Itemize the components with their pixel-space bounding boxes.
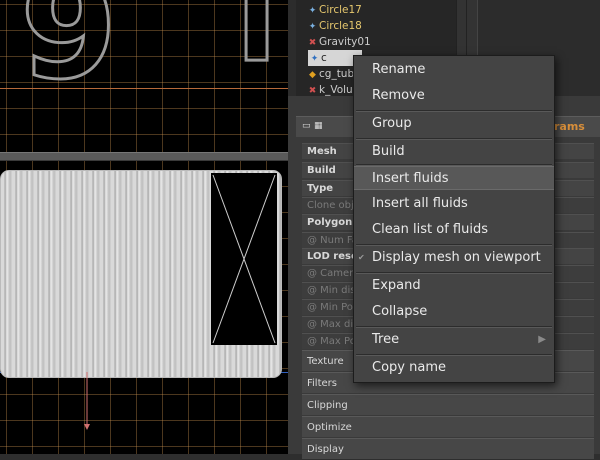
grid-icon[interactable]: ▦ — [314, 121, 323, 131]
bounding-box-x — [212, 174, 276, 344]
point-icon: ✦ — [308, 22, 317, 32]
menu-item-clean-list-of-fluids[interactable]: Clean list of fluids — [354, 218, 554, 242]
menu-item-tree[interactable]: Tree ▶ — [354, 328, 554, 352]
window-icon[interactable]: ▭ — [302, 121, 311, 131]
axis-gizmo — [84, 372, 90, 430]
menu-item-insert-fluids[interactable]: Insert fluids — [354, 166, 554, 190]
menu-item-display-mesh-on-viewport[interactable]: ✔ Display mesh on viewport — [354, 246, 554, 270]
fluid-mesh — [0, 170, 282, 378]
3d-viewport[interactable]: 9 l — [0, 0, 288, 454]
text-mesh-outline: 9 — [18, 0, 118, 111]
object-row[interactable]: ✖ Gravity01 — [308, 34, 371, 50]
viewport-axis-line — [0, 88, 288, 89]
menu-item-group[interactable]: Group — [354, 112, 554, 136]
fluid-icon: ✦ — [310, 54, 319, 64]
menu-item-build[interactable]: Build — [354, 140, 554, 164]
submenu-arrow-icon: ▶ — [538, 334, 546, 345]
section-clipping[interactable]: Clipping — [302, 394, 594, 415]
check-icon: ✔ — [358, 253, 365, 262]
menu-item-insert-all-fluids[interactable]: Insert all fluids — [354, 192, 554, 216]
menu-item-copy-name[interactable]: Copy name — [354, 356, 554, 380]
gravity-icon: ✖ — [308, 38, 317, 48]
object-row[interactable]: ✖ k_Volur — [308, 82, 357, 98]
viewport-splitter[interactable] — [0, 152, 288, 161]
volume-icon: ✖ — [308, 86, 317, 96]
point-icon: ✦ — [308, 6, 317, 16]
menu-item-collapse[interactable]: Collapse — [354, 300, 554, 324]
section-display[interactable]: Display — [302, 438, 594, 459]
object-row[interactable]: ✦ Circle17 — [308, 2, 362, 18]
menu-item-remove[interactable]: Remove — [354, 84, 554, 108]
context-menu: Rename Remove Group Build Insert fluids … — [353, 55, 555, 383]
object-row[interactable]: ◆ cg_tub — [308, 66, 354, 82]
tab-params[interactable]: rams — [554, 120, 585, 133]
section-optimize[interactable]: Optimize — [302, 416, 594, 437]
tube-icon: ◆ — [309, 70, 316, 80]
text-mesh-outline-2: l — [234, 0, 278, 89]
menu-item-rename[interactable]: Rename — [354, 58, 554, 82]
object-row[interactable]: ✦ Circle18 — [308, 18, 362, 34]
menu-item-expand[interactable]: Expand — [354, 274, 554, 298]
